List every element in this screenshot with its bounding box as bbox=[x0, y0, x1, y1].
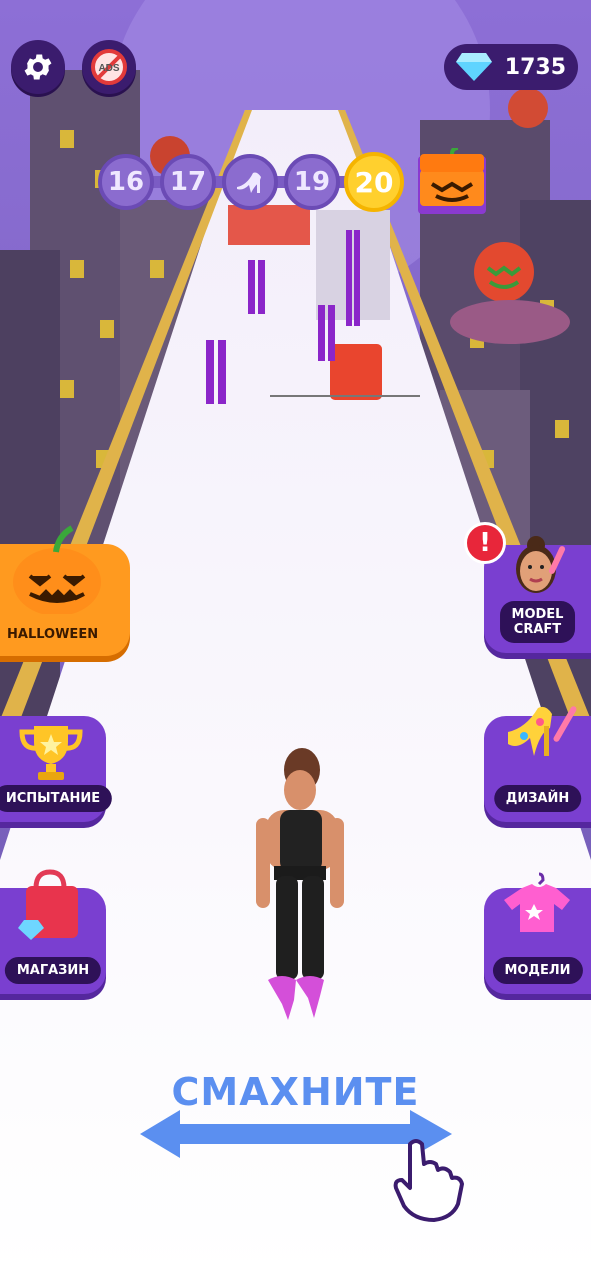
design-label: ДИЗАЙН bbox=[493, 785, 582, 812]
model-craft-alert-badge: ! bbox=[464, 522, 506, 564]
gear-icon bbox=[24, 54, 52, 80]
no-ads-icon: ADS bbox=[91, 49, 127, 85]
shop-label: МАГАЗИН bbox=[4, 957, 102, 984]
model-portrait-icon bbox=[516, 536, 566, 593]
model-craft-label: MODEL CRAFT bbox=[499, 601, 576, 643]
swipe-instruction: СМАХНИТЕ bbox=[171, 1070, 420, 1114]
high-heel-icon bbox=[237, 172, 261, 193]
no-ads-label: ADS bbox=[98, 63, 119, 74]
challenge-label: ИСПЫТАНИЕ bbox=[0, 785, 113, 812]
level-node-16: 16 bbox=[98, 154, 154, 210]
current-level: 20 bbox=[344, 152, 404, 212]
design-button[interactable]: ДИЗАЙН bbox=[484, 706, 591, 822]
level-node-17: 17 bbox=[160, 154, 216, 210]
level-node-boss bbox=[222, 154, 278, 210]
pumpkin-icon bbox=[13, 525, 101, 614]
level-reward bbox=[414, 146, 490, 214]
high-heel-design-icon bbox=[508, 706, 577, 756]
pumpkin-gift-icon bbox=[418, 146, 486, 214]
model-craft-label-line2: CRAFT bbox=[513, 622, 562, 637]
gems-counter: 1735 bbox=[444, 44, 578, 90]
halloween-event-button[interactable]: HALLOWEEN bbox=[0, 525, 130, 656]
gems-count: 1735 bbox=[504, 54, 566, 80]
shop-button[interactable]: МАГАЗИН bbox=[0, 869, 106, 994]
models-button[interactable]: МОДЕЛИ bbox=[484, 872, 591, 994]
shopping-bag-icon bbox=[18, 869, 78, 940]
challenge-button[interactable]: ИСПЫТАНИЕ bbox=[0, 716, 113, 822]
halloween-label: HALLOWEEN bbox=[7, 627, 99, 642]
t-shirt-icon bbox=[504, 872, 570, 932]
diamond-icon bbox=[456, 53, 492, 81]
settings-button[interactable] bbox=[11, 40, 65, 94]
trophy-icon bbox=[19, 726, 83, 780]
model-craft-label-line1: MODEL bbox=[511, 607, 564, 622]
models-label: МОДЕЛИ bbox=[492, 957, 583, 984]
level-node-19: 19 bbox=[284, 154, 340, 210]
model-craft-button[interactable]: MODEL CRAFT bbox=[484, 536, 591, 653]
no-ads-button[interactable]: ADS bbox=[82, 40, 136, 94]
